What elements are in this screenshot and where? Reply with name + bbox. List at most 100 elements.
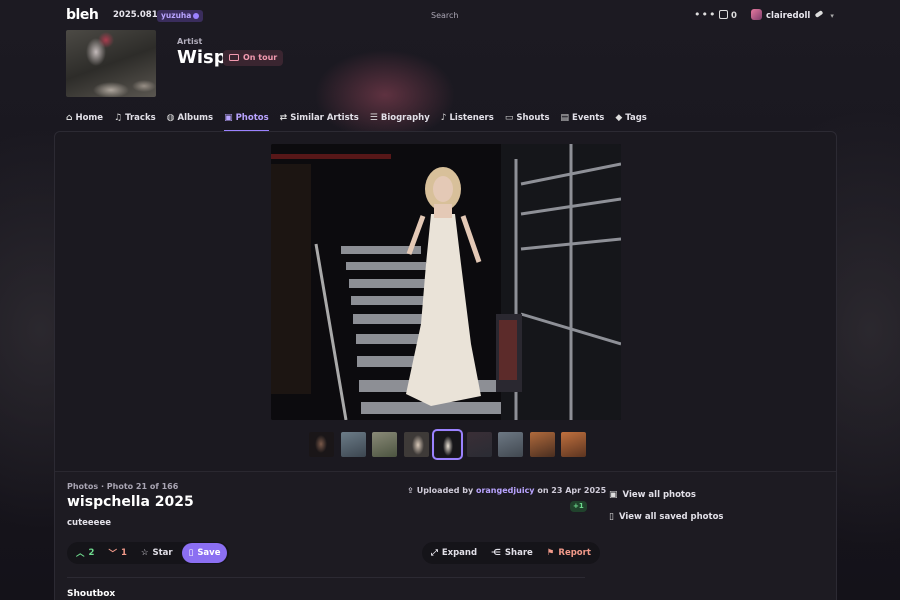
search-input[interactable]: Search <box>431 11 458 20</box>
artist-tabs: ⌂ Home ♫ Tracks ◍ Albums ▣ Photos ⇄ Similar A… <box>66 112 658 132</box>
music-note-icon: ♫ <box>114 113 123 123</box>
upvote-count: 2 <box>88 548 95 558</box>
downvote-count: 1 <box>120 548 127 558</box>
username-badge-label: yuzuha <box>161 11 192 20</box>
share-button[interactable]: ⋲ Share <box>484 543 540 563</box>
shuffle-icon: ⇄ <box>279 113 288 123</box>
ticket-icon: ▤ <box>560 113 570 123</box>
photo-thumbnail[interactable] <box>466 432 492 457</box>
photo-thumbnail[interactable] <box>340 432 366 457</box>
upload-date: on 23 Apr 2025 <box>537 486 607 495</box>
disc-icon: ◍ <box>166 113 175 123</box>
tab-listeners[interactable]: ♪ Listeners <box>441 112 494 132</box>
on-tour-badge[interactable]: On tour <box>223 50 284 66</box>
tab-label: Listeners <box>449 113 494 123</box>
tab-photos[interactable]: ▣ Photos <box>224 112 269 132</box>
tag-icon: ◆ <box>615 113 623 123</box>
photo-thumbnail[interactable] <box>309 432 334 457</box>
expand-label: Expand <box>441 548 478 558</box>
photo-card: Photos · Photo 21 of 166 wispchella 2025… <box>54 131 837 600</box>
expand-icon: ⤢ <box>431 548 438 558</box>
pill-icon <box>814 10 824 18</box>
username-badge[interactable]: yuzuha <box>157 10 204 22</box>
divider <box>67 577 585 578</box>
photo-thumbnail[interactable] <box>403 432 429 457</box>
report-label: Report <box>558 548 591 558</box>
upload-info: ⇪ Uploaded by orangedjuicy on 23 Apr 2025 <box>407 486 606 495</box>
tab-tracks[interactable]: ♫ Tracks <box>114 112 156 132</box>
view-all-photos-label: View all photos <box>622 490 696 500</box>
tab-biography[interactable]: ☰ Biography <box>370 112 430 132</box>
tab-label: Albums <box>177 113 214 123</box>
tab-albums[interactable]: ◍ Albums <box>167 112 213 132</box>
breadcrumb-photos[interactable]: Photos <box>67 482 98 491</box>
view-saved-photos-link[interactable]: ▯ View all saved photos <box>609 512 723 522</box>
uploader-link[interactable]: orangedjuicy <box>476 486 535 495</box>
photo-thumbnail[interactable] <box>498 432 523 457</box>
notification-icon <box>719 10 728 19</box>
photo-tools-bar: ⤢ Expand ⋲ Share ⚑ Report <box>422 542 600 564</box>
chevron-down-icon: ▾ <box>830 12 834 20</box>
upvote-button[interactable]: ︿ 2 <box>69 543 101 563</box>
text-lines-icon: ☰ <box>369 113 378 123</box>
photo-image <box>271 144 621 420</box>
uploaded-prefix: Uploaded by <box>416 486 474 495</box>
tab-label: Photos <box>235 113 269 123</box>
on-tour-label: On tour <box>243 53 278 62</box>
verified-icon <box>193 12 200 19</box>
version-label: 2025.0816 <box>113 10 164 20</box>
notifications-button[interactable]: 0 <box>719 10 737 21</box>
home-icon: ⌂ <box>66 113 73 123</box>
downvote-button[interactable]: ﹀ 1 <box>101 543 133 563</box>
photo-thumbnail[interactable] <box>561 432 586 457</box>
vote-action-bar: ︿ 2 ﹀ 1 ☆ Star ▯ Save <box>67 542 230 564</box>
flag-icon: ⚑ <box>546 548 555 558</box>
photos-icon: ▣ <box>609 490 618 500</box>
photos-icon: ▣ <box>224 113 233 123</box>
tab-label: Biography <box>380 113 430 123</box>
tab-shouts[interactable]: ▭ Shouts <box>505 112 550 132</box>
photo-viewer <box>55 132 836 472</box>
ticket-icon <box>229 53 239 61</box>
headphones-icon: ♪ <box>440 113 447 123</box>
share-label: Share <box>504 548 533 558</box>
tab-label: Shouts <box>516 113 550 123</box>
tab-home[interactable]: ⌂ Home <box>66 112 103 132</box>
artist-name[interactable]: Wisp <box>177 47 227 68</box>
photo-title: wispchella 2025 <box>67 494 194 510</box>
account-name: clairedoll <box>766 11 811 21</box>
site-logo[interactable]: bleh <box>66 7 99 23</box>
share-icon: ⋲ <box>491 548 501 558</box>
report-button[interactable]: ⚑ Report <box>540 543 598 563</box>
view-all-photos-link[interactable]: ▣ View all photos <box>609 490 723 500</box>
tab-label: Tracks <box>125 113 156 123</box>
chevron-up-icon: ︿ <box>76 549 85 559</box>
tab-label: Tags <box>625 113 647 123</box>
top-bar: bleh 2025.0816 yuzuha Search ••• 0 clair… <box>0 0 900 32</box>
main-photo[interactable] <box>271 144 621 420</box>
photo-position: Photo 21 of 166 <box>106 482 179 491</box>
chat-bubble-icon: ▭ <box>504 113 514 123</box>
photo-thumbnail-strip <box>309 429 593 460</box>
tab-tags[interactable]: ◆ Tags <box>615 112 647 132</box>
more-options-icon[interactable]: ••• <box>694 8 716 21</box>
photo-thumbnail[interactable] <box>372 432 397 457</box>
bookmark-icon: ▯ <box>188 548 194 558</box>
photo-thumbnail-active[interactable] <box>432 429 463 460</box>
tab-events[interactable]: ▤ Events <box>561 112 605 132</box>
notification-count: 0 <box>731 11 737 21</box>
expand-button[interactable]: ⤢ Expand <box>424 543 484 563</box>
star-label: Star <box>152 548 173 558</box>
shoutbox-heading: Shoutbox <box>67 589 116 599</box>
star-button[interactable]: ☆ Star <box>134 543 180 563</box>
tab-similar-artists[interactable]: ⇄ Similar Artists <box>280 112 359 132</box>
artist-image[interactable] <box>66 30 156 97</box>
photo-sidebar: ▣ View all photos ▯ View all saved photos <box>609 490 723 534</box>
account-menu[interactable]: clairedoll ▾ <box>751 9 834 21</box>
chevron-down-icon: ﹀ <box>108 549 117 559</box>
save-button[interactable]: ▯ Save <box>181 543 228 563</box>
photo-thumbnail[interactable] <box>529 432 555 457</box>
avatar <box>751 9 762 20</box>
artist-kicker: Artist <box>177 37 203 46</box>
tab-label: Home <box>75 113 104 123</box>
